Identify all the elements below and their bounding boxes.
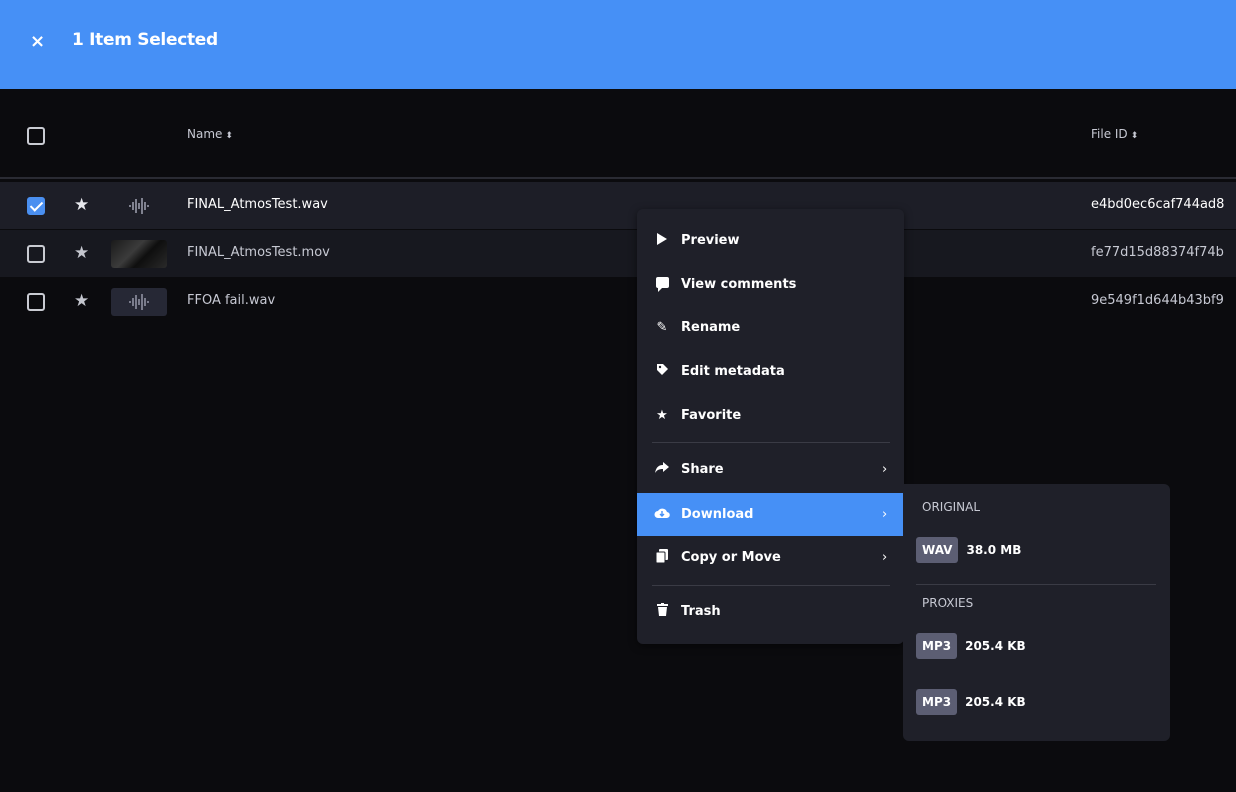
menu-item-label: Copy or Move [681,550,781,565]
table-header: Name ⬍ File ID ⬍ [0,89,1236,179]
menu-item-label: Edit metadata [681,364,785,379]
file-name[interactable]: FINAL_AtmosTest.wav [187,197,328,212]
cloud-download-icon [654,507,670,523]
file-name[interactable]: FINAL_AtmosTest.mov [187,245,330,260]
sort-icon: ⬍ [225,131,233,141]
file-id: 9e549f1d644b43bf9 [1091,293,1224,308]
tag-icon [654,363,670,380]
download-original-wav[interactable]: WAV 38.0 MB [916,534,1021,566]
play-icon [654,232,670,249]
menu-item-copy-or-move[interactable]: Copy or Move › [637,536,904,579]
table-row[interactable]: ★ FINAL_AtmosTest.wav e4bd0ec6caf744ad8 [0,182,1236,229]
row-checkbox[interactable] [27,293,45,311]
menu-item-label: Preview [681,233,740,248]
menu-divider [652,442,890,443]
row-checkbox[interactable] [27,197,45,215]
menu-item-download[interactable]: Download › [637,493,904,536]
download-proxy-mp3[interactable]: MP3 205.4 KB [916,686,1026,718]
proxies-heading: PROXIES [922,596,974,610]
star-icon[interactable]: ★ [74,243,89,263]
menu-item-preview[interactable]: Preview [637,219,904,262]
menu-item-favorite[interactable]: ★ Favorite [637,394,904,437]
selection-count-title: 1 Item Selected [72,30,218,50]
menu-item-rename[interactable]: ✎ Rename [637,306,904,349]
table-row[interactable]: ★ FFOA fail.wav 9e549f1d644b43bf9 [0,278,1236,325]
menu-item-edit-metadata[interactable]: Edit metadata [637,350,904,393]
file-size: 205.4 KB [965,639,1026,653]
menu-item-share[interactable]: Share › [637,448,904,491]
menu-item-view-comments[interactable]: View comments [637,263,904,306]
download-proxy-mp3[interactable]: MP3 205.4 KB [916,630,1026,662]
star-icon[interactable]: ★ [74,291,89,311]
menu-item-label: Favorite [681,408,742,423]
star-icon: ★ [656,408,668,423]
close-icon[interactable]: × [30,31,48,53]
menu-item-trash[interactable]: Trash [637,590,904,633]
download-submenu: ORIGINAL WAV 38.0 MB PROXIES MP3 205.4 K… [903,484,1170,741]
context-menu: Preview View comments ✎ Rename Edit meta… [637,209,904,644]
file-id: fe77d15d88374f74b [1091,245,1224,260]
copy-icon [654,548,670,567]
menu-divider [652,585,890,586]
menu-item-label: View comments [681,277,797,292]
row-checkbox[interactable] [27,245,45,263]
comment-icon [654,277,670,292]
column-header-name[interactable]: Name ⬍ [187,127,233,141]
format-badge: MP3 [916,633,958,659]
selection-bar: × 1 Item Selected [0,0,1236,89]
column-header-file-id[interactable]: File ID ⬍ [1091,127,1138,141]
sort-icon: ⬍ [1130,131,1139,141]
file-size: 38.0 MB [966,543,1022,557]
menu-item-label: Download [681,507,754,522]
menu-item-label: Rename [681,320,741,335]
file-id: e4bd0ec6caf744ad8 [1091,197,1225,212]
chevron-right-icon: › [882,507,888,522]
star-icon[interactable]: ★ [74,195,89,215]
file-size: 205.4 KB [965,695,1026,709]
trash-icon [654,603,670,620]
format-badge: MP3 [916,689,958,715]
select-all-checkbox[interactable] [27,127,45,145]
format-badge: WAV [916,537,959,563]
chevron-right-icon: › [882,550,888,565]
waveform-icon [111,288,167,316]
pen-icon: ✎ [656,320,668,335]
menu-item-label: Share [681,462,724,477]
file-name[interactable]: FFOA fail.wav [187,293,275,308]
waveform-icon [111,192,167,220]
table-row[interactable]: ★ FINAL_AtmosTest.mov fe77d15d88374f74b [0,230,1236,277]
share-icon [654,461,670,478]
chevron-right-icon: › [882,462,888,477]
video-thumbnail [111,240,167,268]
original-heading: ORIGINAL [922,500,981,514]
menu-item-label: Trash [681,604,721,619]
submenu-divider [916,584,1156,585]
